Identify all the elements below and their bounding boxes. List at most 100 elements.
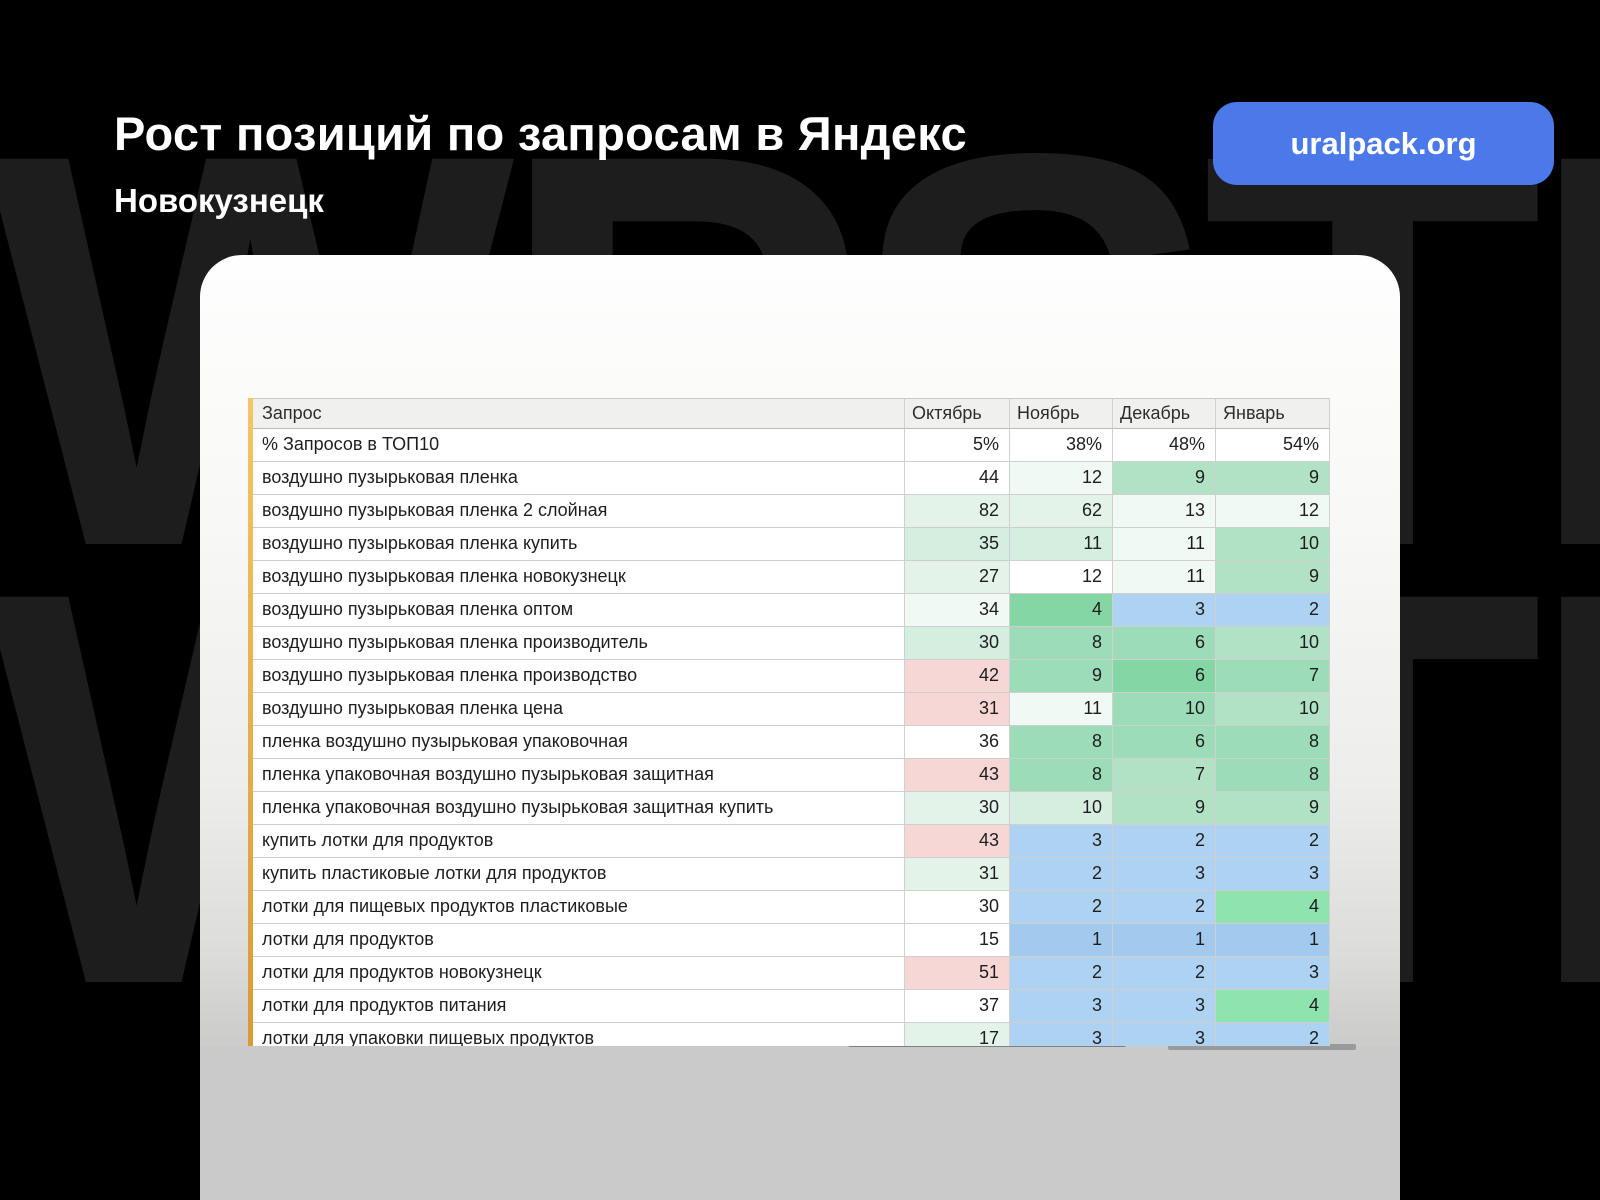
table-row: лотки для упаковки пищевых продуктов1733… xyxy=(248,1023,1330,1046)
value-cell: 3 xyxy=(1216,957,1330,990)
value-cell: 9 xyxy=(1010,660,1113,693)
column-header: Ноябрь xyxy=(1010,398,1113,429)
value-cell: 1 xyxy=(1216,924,1330,957)
value-cell: 10 xyxy=(1216,627,1330,660)
value-cell: 3 xyxy=(1113,594,1216,627)
page-subtitle: Новокузнецк xyxy=(114,182,324,220)
table-row: воздушно пузырьковая пленка 2 слойная826… xyxy=(248,495,1330,528)
column-header: Октябрь xyxy=(905,398,1010,429)
value-cell: 11 xyxy=(1113,561,1216,594)
table-row: пленка воздушно пузырьковая упаковочная3… xyxy=(248,726,1330,759)
value-cell: 2 xyxy=(1010,957,1113,990)
table-row: воздушно пузырьковая пленка оптом34432 xyxy=(248,594,1330,627)
value-cell: 3 xyxy=(1113,990,1216,1023)
value-cell: 11 xyxy=(1113,528,1216,561)
query-cell: купить лотки для продуктов xyxy=(248,825,905,858)
value-cell: 31 xyxy=(905,858,1010,891)
query-cell: воздушно пузырьковая пленка xyxy=(248,462,905,495)
value-cell: 8 xyxy=(1216,726,1330,759)
value-cell: 15 xyxy=(905,924,1010,957)
query-cell: лотки для упаковки пищевых продуктов xyxy=(248,1023,905,1046)
value-cell: 1 xyxy=(1010,924,1113,957)
table-card: ЗапросОктябрьНоябрьДекабрьЯнварь% Запрос… xyxy=(200,255,1400,1200)
value-cell: 12 xyxy=(1216,495,1330,528)
query-cell: % Запросов в ТОП10 xyxy=(248,429,905,462)
value-cell: 9 xyxy=(1113,462,1216,495)
value-cell: 2 xyxy=(1216,1023,1330,1046)
value-cell: 48% xyxy=(1113,429,1216,462)
value-cell: 2 xyxy=(1113,891,1216,924)
value-cell: 9 xyxy=(1216,792,1330,825)
value-cell: 43 xyxy=(905,759,1010,792)
value-cell: 8 xyxy=(1010,726,1113,759)
value-cell: 30 xyxy=(905,792,1010,825)
value-cell: 12 xyxy=(1010,561,1113,594)
value-cell: 2 xyxy=(1113,825,1216,858)
value-cell: 3 xyxy=(1010,825,1113,858)
query-cell: пленка упаковочная воздушно пузырьковая … xyxy=(248,759,905,792)
value-cell: 2 xyxy=(1010,858,1113,891)
value-cell: 3 xyxy=(1113,1023,1216,1046)
table-row: воздушно пузырьковая пленка производител… xyxy=(248,627,1330,660)
value-cell: 2 xyxy=(1216,825,1330,858)
value-cell: 36 xyxy=(905,726,1010,759)
value-cell: 7 xyxy=(1113,759,1216,792)
value-cell: 27 xyxy=(905,561,1010,594)
table-row: лотки для продуктов15111 xyxy=(248,924,1330,957)
value-cell: 5% xyxy=(905,429,1010,462)
table-row: пленка упаковочная воздушно пузырьковая … xyxy=(248,759,1330,792)
value-cell: 38% xyxy=(1010,429,1113,462)
value-cell: 11 xyxy=(1010,693,1113,726)
table-left-accent xyxy=(248,398,253,1046)
table-row: купить лотки для продуктов43322 xyxy=(248,825,1330,858)
query-cell: лотки для продуктов питания xyxy=(248,990,905,1023)
value-cell: 51 xyxy=(905,957,1010,990)
value-cell: 3 xyxy=(1216,858,1330,891)
value-cell: 12 xyxy=(1010,462,1113,495)
table-row: воздушно пузырьковая пленка производство… xyxy=(248,660,1330,693)
value-cell: 54% xyxy=(1216,429,1330,462)
table-row: воздушно пузырьковая пленка441299 xyxy=(248,462,1330,495)
value-cell: 9 xyxy=(1113,792,1216,825)
value-cell: 8 xyxy=(1010,627,1113,660)
value-cell: 9 xyxy=(1216,462,1330,495)
positions-table: ЗапросОктябрьНоябрьДекабрьЯнварь% Запрос… xyxy=(248,398,1330,1046)
site-badge-label: uralpack.org xyxy=(1290,126,1476,162)
value-cell: 10 xyxy=(1010,792,1113,825)
query-cell: воздушно пузырьковая пленка новокузнецк xyxy=(248,561,905,594)
value-cell: 11 xyxy=(1010,528,1113,561)
value-cell: 10 xyxy=(1216,693,1330,726)
value-cell: 6 xyxy=(1113,726,1216,759)
value-cell: 31 xyxy=(905,693,1010,726)
value-cell: 42 xyxy=(905,660,1010,693)
value-cell: 7 xyxy=(1216,660,1330,693)
query-cell: воздушно пузырьковая пленка производство xyxy=(248,660,905,693)
value-cell: 6 xyxy=(1113,627,1216,660)
value-cell: 10 xyxy=(1216,528,1330,561)
value-cell: 8 xyxy=(1010,759,1113,792)
value-cell: 37 xyxy=(905,990,1010,1023)
table-row: лотки для пищевых продуктов пластиковые3… xyxy=(248,891,1330,924)
value-cell: 8 xyxy=(1216,759,1330,792)
value-cell: 30 xyxy=(905,627,1010,660)
value-cell: 2 xyxy=(1113,957,1216,990)
query-cell: воздушно пузырьковая пленка 2 слойная xyxy=(248,495,905,528)
value-cell: 3 xyxy=(1010,990,1113,1023)
column-header: Запрос xyxy=(248,398,905,429)
summary-row: % Запросов в ТОП105%38%48%54% xyxy=(248,429,1330,462)
query-cell: купить пластиковые лотки для продуктов xyxy=(248,858,905,891)
column-header: Декабрь xyxy=(1113,398,1216,429)
site-badge: uralpack.org xyxy=(1213,102,1554,185)
table-row: купить пластиковые лотки для продуктов31… xyxy=(248,858,1330,891)
value-cell: 4 xyxy=(1216,891,1330,924)
query-cell: пленка упаковочная воздушно пузырьковая … xyxy=(248,792,905,825)
value-cell: 82 xyxy=(905,495,1010,528)
value-cell: 62 xyxy=(1010,495,1113,528)
query-cell: лотки для пищевых продуктов пластиковые xyxy=(248,891,905,924)
table-row: воздушно пузырьковая пленка цена31111010 xyxy=(248,693,1330,726)
value-cell: 13 xyxy=(1113,495,1216,528)
value-cell: 44 xyxy=(905,462,1010,495)
value-cell: 2 xyxy=(1216,594,1330,627)
table-header-row: ЗапросОктябрьНоябрьДекабрьЯнварь xyxy=(248,398,1330,429)
value-cell: 6 xyxy=(1113,660,1216,693)
